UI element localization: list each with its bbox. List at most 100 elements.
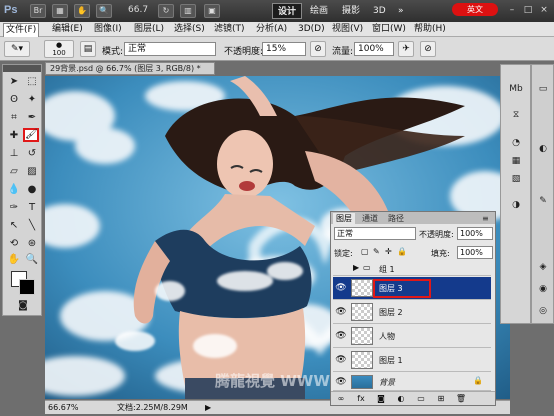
close-button[interactable]: × xyxy=(537,4,551,16)
pen-tool-icon[interactable]: ✑ xyxy=(6,201,22,215)
status-zoom[interactable]: 66.67% xyxy=(48,401,79,414)
panel-menu-icon[interactable]: ≡ xyxy=(479,213,492,224)
menu-edit[interactable]: 编辑(E) xyxy=(50,23,85,36)
tablet-opacity-icon[interactable]: ⊘ xyxy=(310,41,326,57)
healing-brush-tool-icon[interactable]: ✚ xyxy=(6,129,22,143)
airbrush-icon[interactable]: ✈ xyxy=(398,41,414,57)
zoom-tool-icon[interactable]: 🔍 xyxy=(24,253,40,267)
dodge-tool-icon[interactable]: ● xyxy=(24,183,40,197)
tab-layers[interactable]: 图层 xyxy=(333,213,355,224)
3d-rotate-tool-icon[interactable]: ⟲ xyxy=(6,237,22,251)
menu-file[interactable]: 文件(F) xyxy=(3,23,40,38)
brush-tool-icon[interactable]: 🖌 xyxy=(23,128,39,142)
lasso-tool-icon[interactable]: ʘ xyxy=(6,93,22,107)
bridge-icon[interactable]: Br xyxy=(30,4,46,18)
hand-tool-icon[interactable]: ✋ xyxy=(6,253,22,267)
move-tool-icon[interactable]: ➤ xyxy=(6,75,22,89)
menu-analysis[interactable]: 分析(A) xyxy=(254,23,289,36)
status-menu-arrow-icon[interactable]: ▶ xyxy=(205,401,211,414)
flow-input[interactable]: 100% xyxy=(354,42,394,56)
fill-input[interactable]: 100% xyxy=(457,246,493,259)
visibility-toggle-off[interactable] xyxy=(335,263,347,275)
new-layer-icon[interactable]: ⊞ xyxy=(435,393,447,405)
workspace-photography[interactable]: 摄影 xyxy=(337,3,365,19)
workspace-design[interactable]: 设计 xyxy=(272,3,303,19)
marquee-tool-icon[interactable]: ⬚ xyxy=(24,75,40,89)
new-group-icon[interactable]: ▭ xyxy=(415,393,427,405)
eyedropper-tool-icon[interactable]: ✒ xyxy=(24,111,40,125)
visibility-eye-icon[interactable]: 👁 xyxy=(335,330,347,342)
add-mask-icon[interactable]: ◙ xyxy=(375,393,387,405)
adjustment-layer-icon[interactable]: ◐ xyxy=(395,393,407,405)
delete-layer-icon[interactable]: 🗑 xyxy=(455,393,467,405)
workspace-more[interactable]: » xyxy=(393,3,409,19)
quick-select-tool-icon[interactable]: ✦ xyxy=(24,93,40,107)
layer-row-layer3[interactable]: 👁 图层 3 xyxy=(333,277,491,300)
menu-help[interactable]: 帮助(H) xyxy=(412,23,448,36)
lock-all-icon[interactable]: 🔒 xyxy=(397,247,407,256)
clone-source-icon[interactable]: ◐ xyxy=(536,143,550,155)
color-panel-icon[interactable]: ◔ xyxy=(509,137,523,149)
guides-icon[interactable]: ▦ xyxy=(52,4,68,18)
brush-preset-picker[interactable]: ● 100 xyxy=(44,40,74,58)
layer-opacity-input[interactable]: 100% xyxy=(457,227,493,240)
shape-tool-icon[interactable]: ╲ xyxy=(24,219,40,233)
expand-arrow-icon[interactable]: ▶ xyxy=(353,263,359,272)
tablet-size-icon[interactable]: ⊘ xyxy=(420,41,436,57)
layer-row-group1[interactable]: ▶ ▭ 组 1 xyxy=(333,262,491,276)
visibility-eye-icon[interactable]: 👁 xyxy=(335,306,347,318)
menu-view[interactable]: 视图(V) xyxy=(330,23,365,36)
brush-presets-icon[interactable]: ✎ xyxy=(536,195,550,207)
layer-row-background[interactable]: 👁 背景 🔒 xyxy=(333,373,491,391)
workspace-painting[interactable]: 绘画 xyxy=(305,3,333,19)
clone-stamp-tool-icon[interactable]: ⊥ xyxy=(6,147,22,161)
menu-layer[interactable]: 图层(L) xyxy=(132,23,166,36)
toolbox-header[interactable] xyxy=(3,65,41,72)
eraser-tool-icon[interactable]: ▱ xyxy=(6,165,22,179)
rotate-view-icon[interactable]: ↻ xyxy=(158,4,174,18)
layer-row-person[interactable]: 👁 人物 xyxy=(333,325,491,348)
brush-panel-icon[interactable]: ▤ xyxy=(80,41,96,57)
menu-image[interactable]: 图像(I) xyxy=(92,23,124,36)
layer-row-layer1[interactable]: 👁 图层 1 xyxy=(333,349,491,372)
opacity-input[interactable]: 15% xyxy=(262,42,306,56)
crop-tool-icon[interactable]: ⌗ xyxy=(6,111,22,125)
layer-row-layer2[interactable]: 👁 图层 2 xyxy=(333,301,491,324)
adjustments-panel-icon[interactable]: ◑ xyxy=(509,199,523,211)
3d-orbit-tool-icon[interactable]: ⊛ xyxy=(24,237,40,251)
document-tab[interactable]: 29背景.psd @ 66.7% (图层 3, RGB/8) * xyxy=(45,62,215,75)
menu-3d[interactable]: 3D(D) xyxy=(296,23,327,36)
menu-select[interactable]: 选择(S) xyxy=(172,23,207,36)
history-brush-tool-icon[interactable]: ↺ xyxy=(24,147,40,161)
path-selection-tool-icon[interactable]: ↖ xyxy=(6,219,22,233)
hand-icon[interactable]: ✋ xyxy=(74,4,90,18)
visibility-eye-icon[interactable]: 👁 xyxy=(335,376,347,388)
masks-panel-icon[interactable]: ▭ xyxy=(536,83,550,95)
zoom-level[interactable]: 66.7 xyxy=(128,5,148,15)
workspace-3d[interactable]: 3D xyxy=(368,3,391,19)
menu-window[interactable]: 窗口(W) xyxy=(370,23,408,36)
minibridge-icon[interactable]: Mb xyxy=(509,83,523,95)
layer-style-icon[interactable]: fx xyxy=(355,393,367,405)
type-tool-icon[interactable]: T xyxy=(24,201,40,215)
background-color-swatch[interactable] xyxy=(19,279,35,295)
tool-preset-picker[interactable]: ✎▾ xyxy=(4,41,30,57)
blur-tool-icon[interactable]: 💧 xyxy=(6,183,22,197)
link-layers-icon[interactable]: ∞ xyxy=(335,393,347,405)
visibility-eye-icon[interactable]: 👁 xyxy=(335,282,347,294)
lock-transparent-icon[interactable]: ▢ xyxy=(361,247,369,256)
history-panel-icon[interactable]: ⧖ xyxy=(509,109,523,121)
styles-panel-icon[interactable]: ▧ xyxy=(509,173,523,185)
tab-paths[interactable]: 路径 xyxy=(385,213,407,224)
lock-position-icon[interactable]: ✛ xyxy=(385,247,392,256)
menu-filter[interactable]: 滤镜(T) xyxy=(212,23,247,36)
lock-image-icon[interactable]: ✎ xyxy=(373,247,380,256)
minimize-button[interactable]: – xyxy=(505,4,519,16)
gradient-tool-icon[interactable]: ▨ xyxy=(24,165,40,179)
tab-channels[interactable]: 通道 xyxy=(359,213,381,224)
layers-panel-icon[interactable]: ◈ xyxy=(536,261,550,273)
maximize-button[interactable]: □ xyxy=(521,4,535,16)
paths-panel-icon[interactable]: ◎ xyxy=(536,305,550,317)
quick-mask-icon[interactable]: ◙ xyxy=(15,299,31,313)
screen-mode-icon[interactable]: ▣ xyxy=(204,4,220,18)
